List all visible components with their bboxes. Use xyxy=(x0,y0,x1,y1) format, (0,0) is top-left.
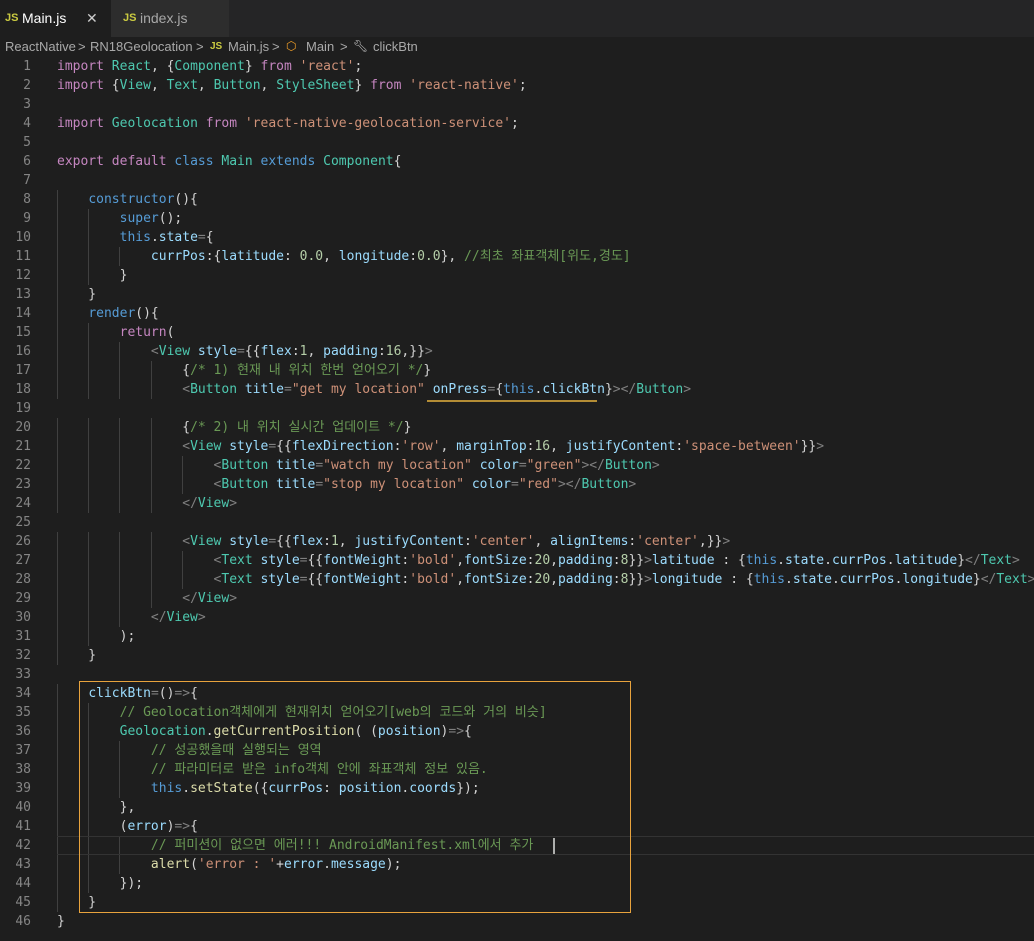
tab-main-js[interactable]: JS Main.js ✕ xyxy=(0,0,111,37)
line-number: 22 xyxy=(15,458,31,473)
line-number: 27 xyxy=(15,553,31,568)
line-number: 5 xyxy=(23,135,31,150)
code-line: </View> xyxy=(182,591,238,606)
line-number: 16 xyxy=(15,344,31,359)
line-number: 45 xyxy=(15,895,31,910)
line-number: 40 xyxy=(15,800,31,815)
code-line: this.state={ xyxy=(119,230,214,245)
code-line: } xyxy=(57,914,65,929)
line-number: 8 xyxy=(23,192,31,207)
line-number: 14 xyxy=(15,306,31,321)
line-number: 39 xyxy=(15,781,31,796)
line-number: 20 xyxy=(15,420,31,435)
js-file-icon: JS xyxy=(123,12,137,24)
line-number: 21 xyxy=(15,439,31,454)
line-number: 33 xyxy=(15,667,31,682)
line-number: 34 xyxy=(15,686,31,701)
line-number: 1 xyxy=(23,59,31,74)
code-line: } xyxy=(57,287,97,302)
line-number: 17 xyxy=(15,363,31,378)
tab-label: index.js xyxy=(140,10,188,26)
line-number: 32 xyxy=(15,648,31,663)
code-line: import {View, Text, Button, StyleSheet} … xyxy=(57,78,527,93)
line-number: 25 xyxy=(15,515,31,530)
code-line: </View> xyxy=(150,610,206,625)
js-file-icon: JS xyxy=(210,41,223,52)
code-line: {/* 2) 내 위치 실시간 업데이트 */} xyxy=(57,420,412,435)
line-number: 2 xyxy=(23,78,31,93)
breadcrumb-item-reactnative[interactable]: ReactNative xyxy=(5,37,76,56)
code-line: {/* 1) 현재 내 위치 한번 얻어오기 */} xyxy=(57,363,432,378)
breadcrumb-separator: > xyxy=(196,39,204,54)
tab-label: Main.js xyxy=(22,10,67,26)
breadcrumb-separator: > xyxy=(340,39,348,54)
class-icon: ⬡ xyxy=(286,39,297,53)
code-line: <Button title="get my location" onPress=… xyxy=(182,382,692,397)
breadcrumb-item-member[interactable]: clickBtn xyxy=(373,37,418,56)
js-file-icon: JS xyxy=(5,12,19,24)
breadcrumb-item-file[interactable]: Main.js xyxy=(228,37,269,56)
code-line: } xyxy=(57,268,128,283)
editor-tab-bar: JS Main.js ✕ JS index.js xyxy=(0,0,1034,37)
code-line: ); xyxy=(57,629,136,644)
warning-squiggle xyxy=(427,400,597,402)
line-number: 10 xyxy=(15,230,31,245)
selection-highlight-box xyxy=(79,681,631,913)
line-number: 36 xyxy=(15,724,31,739)
code-line: <View style={{flex:1, padding:16,}}> xyxy=(150,344,433,359)
breadcrumb-separator: > xyxy=(78,39,86,54)
code-line: constructor(){ xyxy=(88,192,198,207)
code-line: import React, {Component} from 'react'; xyxy=(57,59,363,74)
breadcrumb-item-class[interactable]: Main xyxy=(306,37,334,56)
text-cursor xyxy=(553,838,555,854)
code-line: export default class Main extends Compon… xyxy=(57,154,402,169)
code-line: currPos:{latitude: 0.0, longitude:0.0}, … xyxy=(150,249,631,264)
line-number: 30 xyxy=(15,610,31,625)
line-number: 11 xyxy=(15,249,31,264)
line-number: 23 xyxy=(15,477,31,492)
line-number: 9 xyxy=(23,211,31,226)
line-number: 4 xyxy=(23,116,31,131)
code-line: return( xyxy=(119,325,175,340)
code-line: } xyxy=(57,648,97,663)
breadcrumb-item-folder[interactable]: RN18Geolocation xyxy=(90,37,193,56)
code-line: <Text style={{fontWeight:'bold',fontSize… xyxy=(213,553,1020,568)
code-line: render(){ xyxy=(88,306,159,321)
code-line: <Text style={{fontWeight:'bold',fontSize… xyxy=(213,572,1034,587)
breadcrumb: ReactNative > RN18Geolocation > JS Main.… xyxy=(0,37,1034,56)
line-number: 3 xyxy=(23,97,31,112)
line-number: 6 xyxy=(23,154,31,169)
property-icon: 🔧︎ xyxy=(353,39,369,53)
line-number: 13 xyxy=(15,287,31,302)
close-icon[interactable]: ✕ xyxy=(86,0,98,37)
line-number: 7 xyxy=(23,173,31,188)
code-line: <View style={{flex:1, justifyContent:'ce… xyxy=(182,534,731,549)
code-line: <View style={{flexDirection:'row', margi… xyxy=(182,439,825,454)
line-number: 28 xyxy=(15,572,31,587)
code-line: </View> xyxy=(182,496,238,511)
code-line: <Button title="watch my location" color=… xyxy=(213,458,660,473)
line-number: 29 xyxy=(15,591,31,606)
line-number: 26 xyxy=(15,534,31,549)
line-number: 44 xyxy=(15,876,31,891)
line-number: 15 xyxy=(15,325,31,340)
code-line: import Geolocation from 'react-native-ge… xyxy=(57,116,519,131)
line-number: 41 xyxy=(15,819,31,834)
line-number: 24 xyxy=(15,496,31,511)
breadcrumb-separator: > xyxy=(272,39,280,54)
line-number: 42 xyxy=(15,838,31,853)
line-number: 31 xyxy=(15,629,31,644)
line-number: 38 xyxy=(15,762,31,777)
line-number: 19 xyxy=(15,401,31,416)
line-number: 12 xyxy=(15,268,31,283)
line-number: 37 xyxy=(15,743,31,758)
code-line: <Button title="stop my location" color="… xyxy=(213,477,637,492)
line-number: 35 xyxy=(15,705,31,720)
line-number: 18 xyxy=(15,382,31,397)
code-line: super(); xyxy=(119,211,183,226)
line-number: 43 xyxy=(15,857,31,872)
tab-index-js[interactable]: JS index.js xyxy=(111,0,229,37)
line-number: 46 xyxy=(15,914,31,929)
